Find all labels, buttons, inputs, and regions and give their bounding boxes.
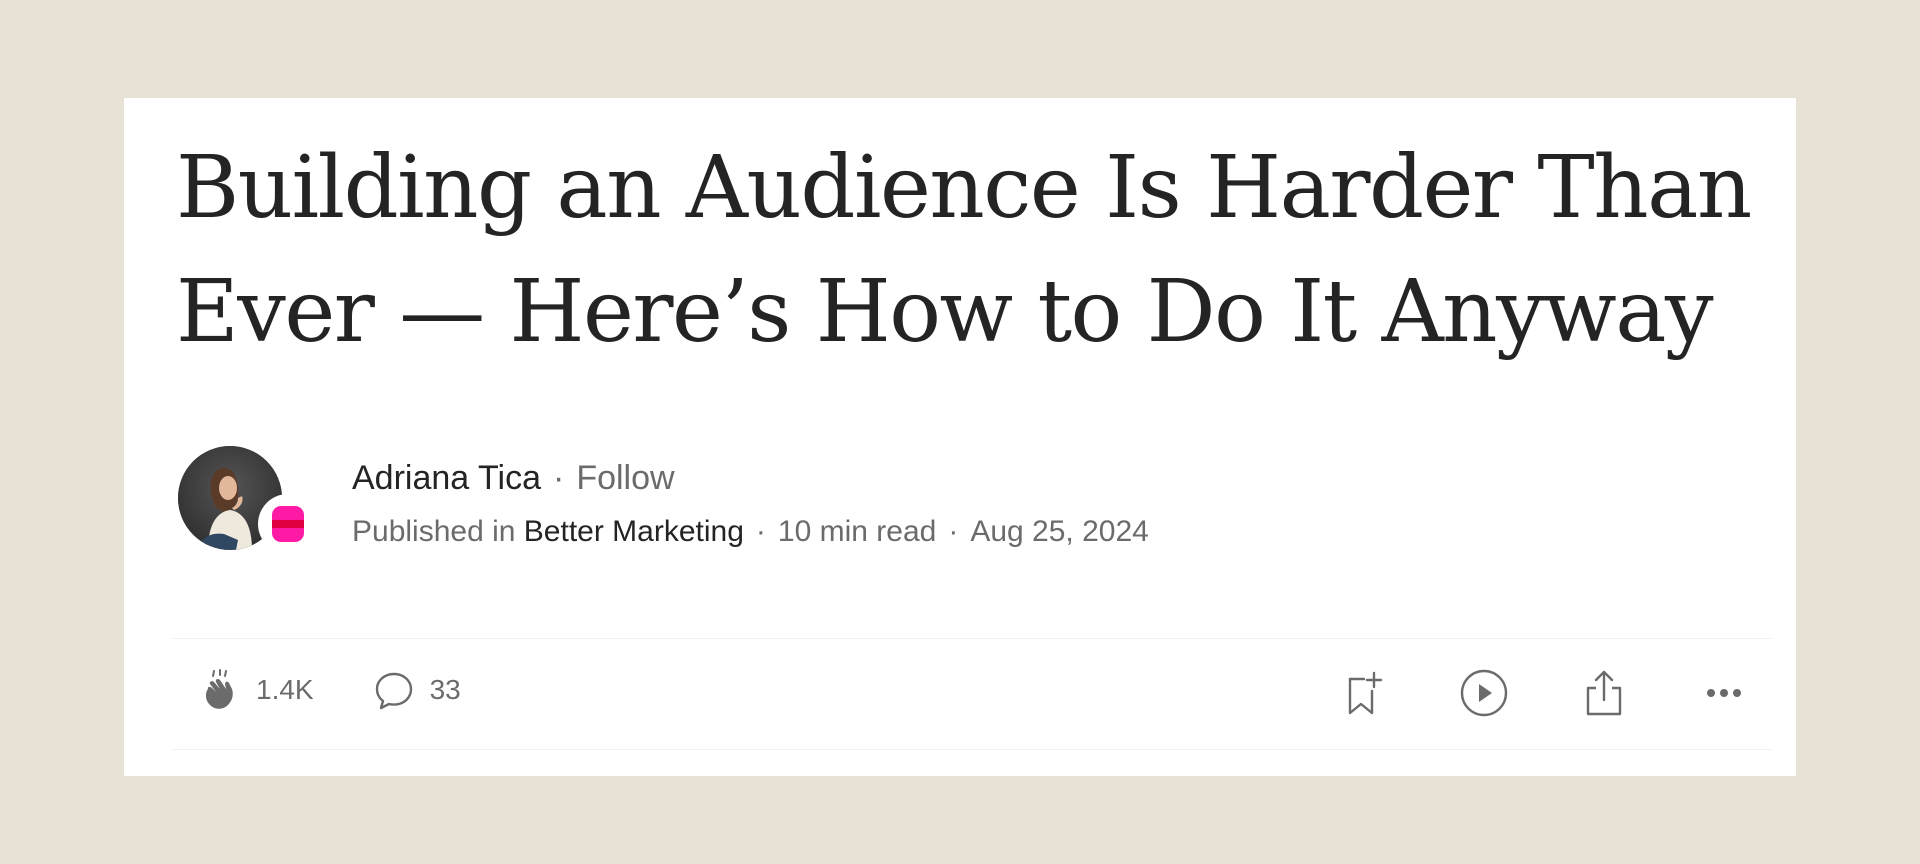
comment-count: 33 [429, 674, 461, 705]
article-toolbar [1336, 665, 1752, 721]
play-icon [1460, 669, 1508, 717]
clap-button[interactable]: 1.4K [196, 667, 314, 713]
more-button[interactable] [1696, 665, 1752, 721]
author-avatar-group[interactable] [178, 446, 318, 558]
article-meta: Adriana Tica · Follow Published in Better … [352, 454, 1149, 556]
engagement-actions: 1.4K 33 [196, 667, 461, 713]
action-bar: 1.4K 33 [172, 638, 1772, 750]
author-name[interactable]: Adriana Tica [352, 459, 541, 497]
separator-dot: · [553, 459, 565, 497]
comment-button[interactable]: 33 [372, 668, 461, 712]
publication-badge[interactable] [258, 494, 318, 554]
publication-name[interactable]: Better Marketing [524, 515, 744, 548]
follow-button[interactable]: Follow [576, 459, 674, 497]
clap-count: 1.4K [256, 674, 314, 705]
listen-button[interactable] [1456, 665, 1512, 721]
author-row: Adriana Tica · Follow [352, 454, 1149, 502]
published-in-label: Published in [352, 515, 516, 548]
separator-dot: · [755, 515, 766, 548]
share-icon [1586, 670, 1622, 716]
publish-date: Aug 25, 2024 [970, 515, 1149, 548]
read-time: 10 min read [777, 515, 937, 548]
share-button[interactable] [1576, 665, 1632, 721]
better-marketing-logo [272, 506, 304, 542]
comment-icon [375, 672, 412, 710]
save-button[interactable] [1336, 665, 1392, 721]
article-title: Building an Audience Is Harder Than Ever… [176, 138, 1752, 362]
article-header-card: Building an Audience Is Harder Than Ever… [124, 98, 1796, 776]
separator-dot: · [948, 515, 959, 548]
publication-row: Published in Better Marketing · 10 min rea… [352, 508, 1149, 556]
more-icon [1707, 689, 1741, 697]
bookmark-add-icon [1348, 671, 1383, 715]
clap-icon [205, 669, 233, 709]
